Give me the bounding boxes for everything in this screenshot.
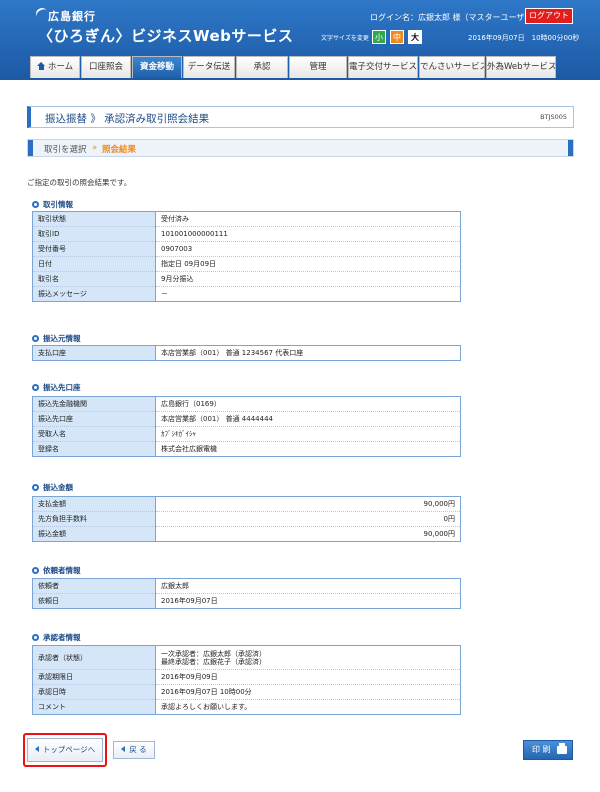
intro-text: ご指定の取引の照会結果です。	[27, 178, 132, 187]
transaction-info-table: 取引状態 受付済み 取引ID 101001000000111 受付番号 0907003…	[32, 211, 461, 302]
nav-densai[interactable]: でんさいサービス	[419, 56, 485, 78]
bank-name: 広島銀行	[48, 10, 96, 23]
table-row: 依頼者 広銀太郎	[32, 578, 461, 594]
amount-info-table: 支払金額 90,000円 先方負担手数料 0円 振込金額 90,000円	[32, 496, 461, 542]
nav-account-inquiry[interactable]: 口座照会	[81, 56, 131, 78]
table-row: 承認期限日 2016年09月09日	[32, 669, 461, 685]
approver-info-table: 承認者（状態） 一次承認者：広銀太郎（承認済） 最終承認者：広銀花子（承認済） 承認…	[32, 645, 461, 715]
table-row: 受取人名 ｶﾌﾞｼｷｶﾞｲｼｬ	[32, 426, 461, 442]
nav-underline	[0, 78, 600, 80]
section-title-approver: 承認者情報	[32, 632, 81, 643]
current-datetime: 2016年09月07日 10時00分00秒	[468, 34, 580, 42]
section-bullet-icon	[32, 634, 39, 641]
login-name: ログイン名：広銀太郎 様（マスターユーザ）	[370, 13, 533, 22]
font-size-small-button[interactable]: 小	[372, 30, 386, 44]
table-row: 依頼日 2016年09月07日	[32, 593, 461, 609]
step-inquiry-result: 照会結果	[102, 145, 137, 155]
section-title-destination: 振込先口座	[32, 382, 81, 393]
screen-code: BTJS005	[540, 113, 567, 121]
step-select-transaction: 取引を選択	[44, 145, 87, 155]
step-bar-left-edge	[28, 140, 33, 156]
left-triangle-icon	[121, 746, 126, 752]
logout-button[interactable]: ログアウト	[525, 8, 573, 24]
table-row: 支払口座 本店営業部（001） 普通 1234567 代表口座	[32, 345, 461, 361]
printer-icon	[557, 743, 567, 754]
table-row: 受付番号 0907003	[32, 241, 461, 257]
header: 広島銀行 〈ひろぎん〉ビジネスWebサービス ログイン名：広銀太郎 様（マスター…	[0, 0, 600, 78]
table-row: 登録名 株式会社広銀電機	[32, 441, 461, 457]
main-nav: ホーム 口座照会 資金移動 データ伝送 承認 管理 電子交付サービス でんさいサ…	[30, 56, 560, 78]
page-title: 振込振替 》 承認済み取引照会結果	[45, 113, 210, 125]
step-bar-right-edge	[568, 140, 573, 156]
left-triangle-icon	[34, 746, 39, 752]
nav-approval[interactable]: 承認	[236, 56, 288, 78]
table-row: 振込先金融機関 広島銀行（0169）	[32, 396, 461, 412]
source-info-table: 支払口座 本店営業部（001） 普通 1234567 代表口座	[32, 345, 461, 361]
nav-home[interactable]: ホーム	[30, 56, 80, 78]
back-button[interactable]: 戻 る	[113, 741, 155, 759]
font-size-label: 文字サイズを変更	[321, 35, 369, 42]
nav-forex[interactable]: 外為Webサービス	[486, 56, 556, 78]
section-bullet-icon	[32, 201, 39, 208]
table-row: 取引ID 101001000000111	[32, 226, 461, 242]
table-row: 振込メッセージ－	[32, 286, 461, 302]
section-title-amount: 振込金額	[32, 482, 73, 493]
font-size-medium-button[interactable]: 中	[390, 30, 404, 44]
table-row: 日付 指定日 09月09日	[32, 256, 461, 272]
table-row: 取引状態 受付済み	[32, 211, 461, 227]
section-bullet-icon	[32, 484, 39, 491]
requester-info-table: 依頼者 広銀太郎 依頼日 2016年09月07日	[32, 578, 461, 609]
step-arrow-icon: »	[92, 143, 98, 153]
service-name: 〈ひろぎん〉ビジネスWebサービス	[38, 27, 294, 45]
table-row: 振込先口座 本店営業部（001） 普通 4444444	[32, 411, 461, 427]
print-button[interactable]: 印 刷	[523, 740, 573, 760]
section-bullet-icon	[32, 567, 39, 574]
table-row: 承認者（状態） 一次承認者：広銀太郎（承認済） 最終承認者：広銀花子（承認済）	[32, 645, 461, 670]
section-title-requester: 依頼者情報	[32, 565, 81, 576]
table-row: 先方負担手数料 0円	[32, 511, 461, 527]
nav-fund-transfer[interactable]: 資金移動	[132, 56, 182, 78]
table-row: 振込金額 90,000円	[32, 526, 461, 542]
font-size-large-button[interactable]: 大	[408, 30, 422, 44]
table-row: 承認日時 2016年09月07日 10時00分	[32, 684, 461, 700]
table-row: コメント 承認よろしくお願いします。	[32, 699, 461, 715]
nav-management[interactable]: 管理	[289, 56, 347, 78]
section-bullet-icon	[32, 384, 39, 391]
first-approver: 一次承認者：広銀太郎（承認済）	[161, 649, 266, 658]
destination-info-table: 振込先金融機関 広島銀行（0169） 振込先口座 本店営業部（001） 普通 444…	[32, 396, 461, 457]
nav-data-transmission[interactable]: データ伝送	[183, 56, 235, 78]
final-approver: 最終承認者：広銀花子（承認済）	[161, 657, 266, 666]
section-bullet-icon	[32, 335, 39, 342]
step-indicator: 取引を選択 » 照会結果	[27, 139, 574, 157]
section-title-transaction: 取引情報	[32, 199, 73, 210]
top-page-button[interactable]: トップページへ	[27, 738, 103, 762]
table-row: 取引名 9月分振込	[32, 271, 461, 287]
home-icon	[36, 62, 46, 70]
nav-electronic-delivery[interactable]: 電子交付サービス	[348, 56, 418, 78]
table-row: 支払金額 90,000円	[32, 496, 461, 512]
section-title-source: 振込元情報	[32, 333, 81, 344]
page-title-bar: 振込振替 》 承認済み取引照会結果 BTJS005	[27, 106, 574, 128]
